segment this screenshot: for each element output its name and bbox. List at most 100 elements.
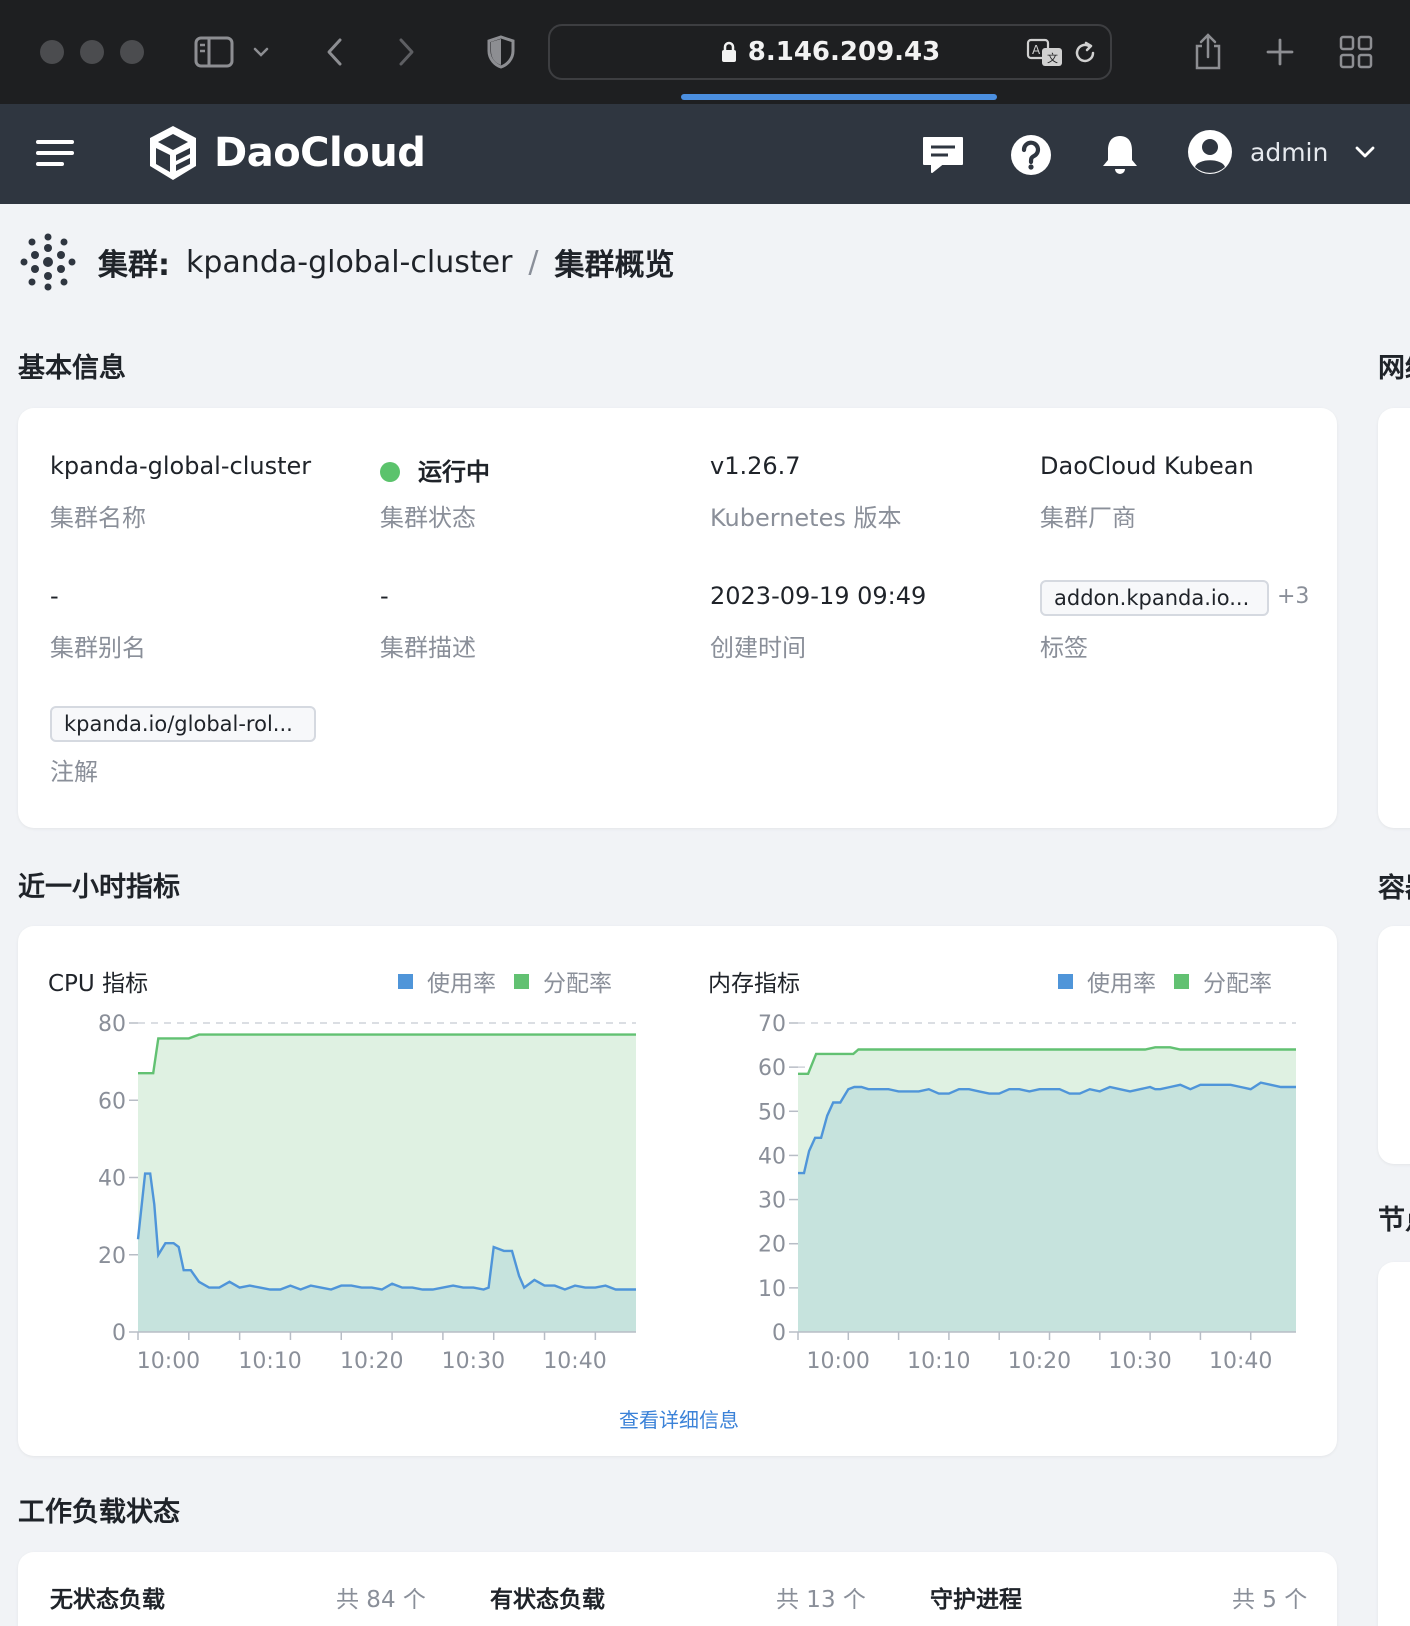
cluster-vendor-value: DaoCloud Kubean [1040, 452, 1254, 480]
cluster-description-label: 集群描述 [380, 634, 476, 662]
reload-icon[interactable] [1072, 40, 1098, 70]
x-tick-label: 10:10 [238, 1349, 301, 1374]
message-icon[interactable] [920, 132, 966, 178]
x-tick-label: 10:10 [907, 1349, 970, 1374]
user-name[interactable]: admin [1250, 138, 1328, 167]
side-section-title-node: 节点 [1378, 1205, 1410, 1236]
page-load-progress [681, 94, 997, 100]
address-bar[interactable]: 8.146.209.43 A文 [548, 24, 1112, 80]
memory-chart-legend: 使用率 分配率 [1040, 964, 1272, 998]
status-dot-icon [380, 462, 400, 482]
k8s-version-value: v1.26.7 [710, 452, 801, 480]
view-details-link[interactable]: 查看详细信息 [619, 1404, 739, 1433]
cluster-icon [20, 233, 76, 291]
y-tick-label: 40 [758, 1144, 786, 1169]
y-tick-label: 70 [758, 1012, 786, 1037]
memory-chart: 0 10 20 30 40 50 60 70 10:00 10:10 10:20 10:30 10:40 [758, 1012, 1296, 1374]
back-icon[interactable] [313, 30, 357, 74]
workload-deployments-count: 共 84 个 [336, 1587, 426, 1613]
x-tick-label: 10:30 [442, 1349, 505, 1374]
window-close-button[interactable] [40, 40, 64, 64]
legend-allocation[interactable]: 分配率 [514, 964, 612, 998]
svg-text:A: A [1032, 43, 1041, 57]
sidebar-toggle-icon[interactable] [192, 30, 236, 74]
chevron-down-icon[interactable] [246, 30, 276, 74]
help-icon[interactable] [1008, 132, 1054, 178]
svg-text:文: 文 [1047, 51, 1058, 65]
breadcrumb-cluster-link[interactable]: kpanda-global-cluster [186, 245, 512, 280]
cluster-name-label: 集群名称 [50, 504, 146, 532]
share-icon[interactable] [1186, 30, 1230, 74]
cluster-status-label: 集群状态 [380, 504, 476, 532]
notification-bell-icon[interactable] [1097, 132, 1143, 178]
workload-statefulsets-label[interactable]: 有状态负载 [490, 1580, 605, 1614]
cluster-status-value: 运行中 [380, 452, 490, 487]
legend-allocation-label: 分配率 [1203, 971, 1272, 997]
workload-daemonsets-label[interactable]: 守护进程 [930, 1580, 1022, 1614]
memory-chart-title: 内存指标 [708, 971, 800, 997]
y-tick-label: 20 [758, 1233, 786, 1258]
legend-allocation-label: 分配率 [543, 971, 612, 997]
workload-title: 工作负载状态 [18, 1497, 180, 1528]
side-section-title-container: 容器 [1378, 873, 1410, 904]
x-tick-label: 10:20 [340, 1349, 403, 1374]
user-avatar-icon[interactable] [1186, 128, 1234, 176]
browser-toolbar: 8.146.209.43 A文 [0, 0, 1410, 104]
window-zoom-button[interactable] [120, 40, 144, 64]
legend-allocation[interactable]: 分配率 [1174, 964, 1272, 998]
y-tick-label: 0 [112, 1321, 126, 1346]
node-card [1378, 1262, 1410, 1626]
cluster-alias-label: 集群别名 [50, 634, 146, 662]
metrics-title: 近一小时指标 [18, 872, 180, 903]
daocloud-logo[interactable]: DaoCloud [146, 124, 426, 182]
url-text: 8.146.209.43 [747, 37, 941, 67]
breadcrumb-label: 集群: [98, 248, 170, 283]
y-tick-label: 80 [98, 1012, 126, 1037]
x-tick-label: 10:30 [1108, 1349, 1171, 1374]
cluster-alias-value: - [50, 582, 59, 610]
y-tick-label: 30 [758, 1189, 786, 1214]
created-time-value: 2023-09-19 09:49 [710, 582, 927, 610]
y-tick-label: 20 [98, 1244, 126, 1269]
user-menu-chevron-icon[interactable] [1354, 144, 1376, 163]
label-tag[interactable]: addon.kpanda.io... [1040, 580, 1269, 616]
workload-deployments-label[interactable]: 无状态负载 [50, 1580, 165, 1614]
annotation-tag[interactable]: kpanda.io/global-rol... [50, 706, 316, 742]
y-tick-label: 10 [758, 1277, 786, 1302]
translate-icon[interactable]: A文 [1026, 38, 1064, 72]
basic-info-card: kpanda-global-cluster 集群名称 运行中 集群状态 v1.2… [18, 408, 1337, 828]
new-tab-icon[interactable] [1258, 30, 1302, 74]
daocloud-logo-icon [150, 126, 196, 180]
breadcrumb: 集群: kpanda-global-cluster / 集群概览 [18, 232, 675, 292]
y-tick-label: 0 [772, 1321, 786, 1346]
x-tick-label: 10:20 [1008, 1349, 1071, 1374]
created-time-label: 创建时间 [710, 634, 806, 662]
y-tick-label: 50 [758, 1100, 786, 1125]
cluster-description-value: - [380, 582, 389, 610]
network-card [1378, 408, 1410, 828]
cluster-vendor-label: 集群厂商 [1040, 504, 1136, 532]
workload-daemonsets-count: 共 5 个 [1232, 1587, 1308, 1613]
lock-icon [721, 41, 736, 62]
breadcrumb-separator: / [528, 244, 539, 280]
cluster-status-text: 运行中 [418, 458, 490, 486]
window-minimize-button[interactable] [80, 40, 104, 64]
legend-usage[interactable]: 使用率 [398, 964, 496, 998]
app-header: DaoCloud admin [0, 104, 1410, 204]
x-tick-label: 10:00 [137, 1349, 200, 1374]
privacy-shield-icon[interactable] [479, 30, 523, 74]
x-tick-label: 10:40 [1209, 1349, 1272, 1374]
legend-usage[interactable]: 使用率 [1058, 964, 1156, 998]
x-tick-label: 10:40 [543, 1349, 606, 1374]
menu-icon[interactable] [36, 138, 76, 168]
brand-name: DaoCloud [214, 130, 426, 176]
cpu-chart-legend: 使用率 分配率 [380, 964, 612, 998]
y-tick-label: 60 [758, 1056, 786, 1081]
tab-overview-icon[interactable] [1334, 30, 1378, 74]
forward-icon[interactable] [384, 30, 428, 74]
legend-usage-label: 使用率 [1087, 971, 1156, 997]
cluster-name-value: kpanda-global-cluster [50, 452, 312, 480]
workload-statefulsets-count: 共 13 个 [776, 1587, 866, 1613]
label-tag-more[interactable]: +3 [1277, 584, 1309, 609]
workload-card: 无状态负载 共 84 个 有状态负载 共 13 个 守护进程 共 5 个 [18, 1552, 1337, 1626]
